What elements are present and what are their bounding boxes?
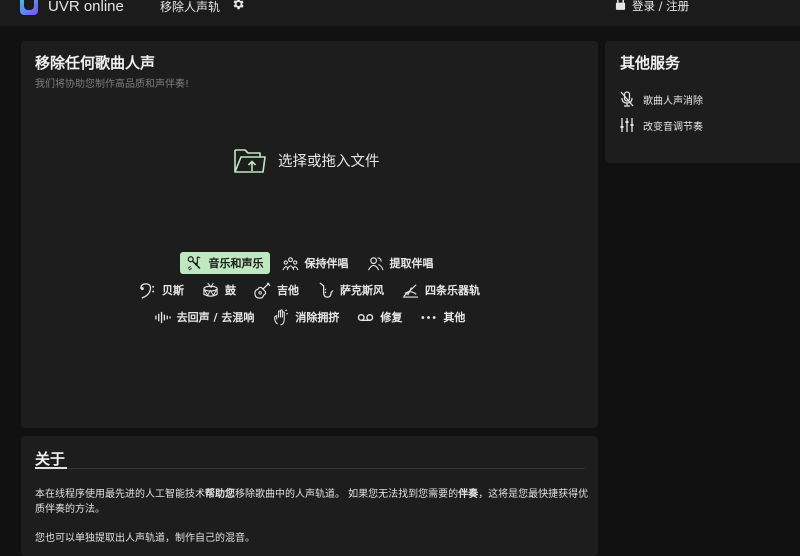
drum-icon [203,282,218,297]
other-services-card: 其他服务 歌曲人声消除 改变音调节奏 [605,41,800,163]
music-mic-icon [187,255,201,271]
about-divider [35,468,585,469]
page-subtitle: 我们将协助您制作高品质和声伴奏! [35,79,190,90]
mic-off-icon [620,91,634,107]
option-guitar[interactable]: 吉他 [248,279,305,301]
option-dereverb[interactable]: 去回声 / 去混响 [148,306,261,328]
sliders-icon [620,118,634,132]
option-keep-backing[interactable]: 保持伴唱 [276,252,355,274]
option-label: 吉他 [277,284,299,297]
option-label: 鼓 [225,284,236,297]
option-remove-crowd[interactable]: 消除拥挤 [266,306,345,328]
bass-clef-icon [140,282,155,299]
option-four-tracks[interactable]: 四条乐器轨 [396,279,486,301]
brand-name[interactable]: UVR online [48,0,124,15]
option-label: 消除拥挤 [295,311,340,324]
service-label: 改变音调节奏 [643,121,703,133]
top-bar: UVR online 移除人声轨 登录 / 注册 [0,0,800,26]
option-label: 修复 [380,311,403,324]
about-paragraph-1: 本在线程序使用最先进的人工智能技术帮助您移除歌曲中的人声轨道。 如果您无法找到您… [35,489,589,515]
option-saxophone[interactable]: 萨克斯风 [311,279,390,301]
option-label: 四条乐器轨 [425,284,480,297]
options-row-1: 音乐和声乐 保持伴唱 提取伴唱 [21,252,598,274]
crowd-icon [274,308,289,326]
service-label: 歌曲人声消除 [643,95,703,107]
option-label: 音乐和声乐 [208,257,264,270]
logo-icon[interactable] [20,0,38,15]
tape-icon [358,313,374,321]
upload-card: 移除任何歌曲人声 我们将协助您制作高品质和声伴奏! 选择或拖入文件 音乐和声乐 [21,41,598,428]
option-label: 保持伴唱 [304,257,349,270]
options-row-3: 去回声 / 去混响 消除拥挤 修复 其他 [21,306,598,328]
options-row-2: 贝斯 鼓 吉他 萨克斯风 四条乐器轨 [21,279,598,301]
side-title: 其他服务 [620,54,681,72]
lock-icon [615,0,626,10]
option-music-vocals[interactable]: 音乐和声乐 [179,252,270,274]
guitar-icon [254,282,271,299]
option-other[interactable]: 其他 [414,306,471,328]
choir-icon [281,256,299,270]
login-link[interactable]: 登录 / 注册 [632,0,689,14]
echo-icon [154,311,171,323]
more-icon [421,315,436,319]
file-drop-zone[interactable]: 选择或拖入文件 [233,144,380,176]
about-title: 关于 [35,450,66,468]
page-title: 移除任何歌曲人声 [35,54,156,72]
about-title-underline [35,467,67,469]
option-drums[interactable]: 鼓 [196,279,242,301]
people-icon [367,256,384,270]
option-extract-backing[interactable]: 提取伴唱 [361,252,440,274]
about-paragraph-2: 您也可以单独提取出人声轨道，制作自己的混音。 [35,533,255,544]
option-label: 贝斯 [162,284,184,297]
option-label: 萨克斯风 [340,284,384,297]
service-remove-vocals[interactable]: 歌曲人声消除 [619,91,703,107]
option-bass[interactable]: 贝斯 [133,279,190,301]
folder-upload-icon [234,149,266,173]
option-label: 其他 [443,311,466,324]
saxophone-icon [319,281,334,298]
gear-icon[interactable] [231,0,245,11]
about-card: 关于 本在线程序使用最先进的人工智能技术帮助您移除歌曲中的人声轨道。 如果您无法… [21,436,598,556]
option-label: 提取伴唱 [389,257,434,270]
instrument-tracks-icon [402,283,419,298]
service-change-pitch[interactable]: 改变音调节奏 [619,117,703,133]
upload-label: 选择或拖入文件 [278,153,380,170]
option-label: 去回声 / 去混响 [176,311,255,324]
nav-link-remove-vocals[interactable]: 移除人声轨 [160,0,220,15]
option-restore[interactable]: 修复 [351,306,408,328]
